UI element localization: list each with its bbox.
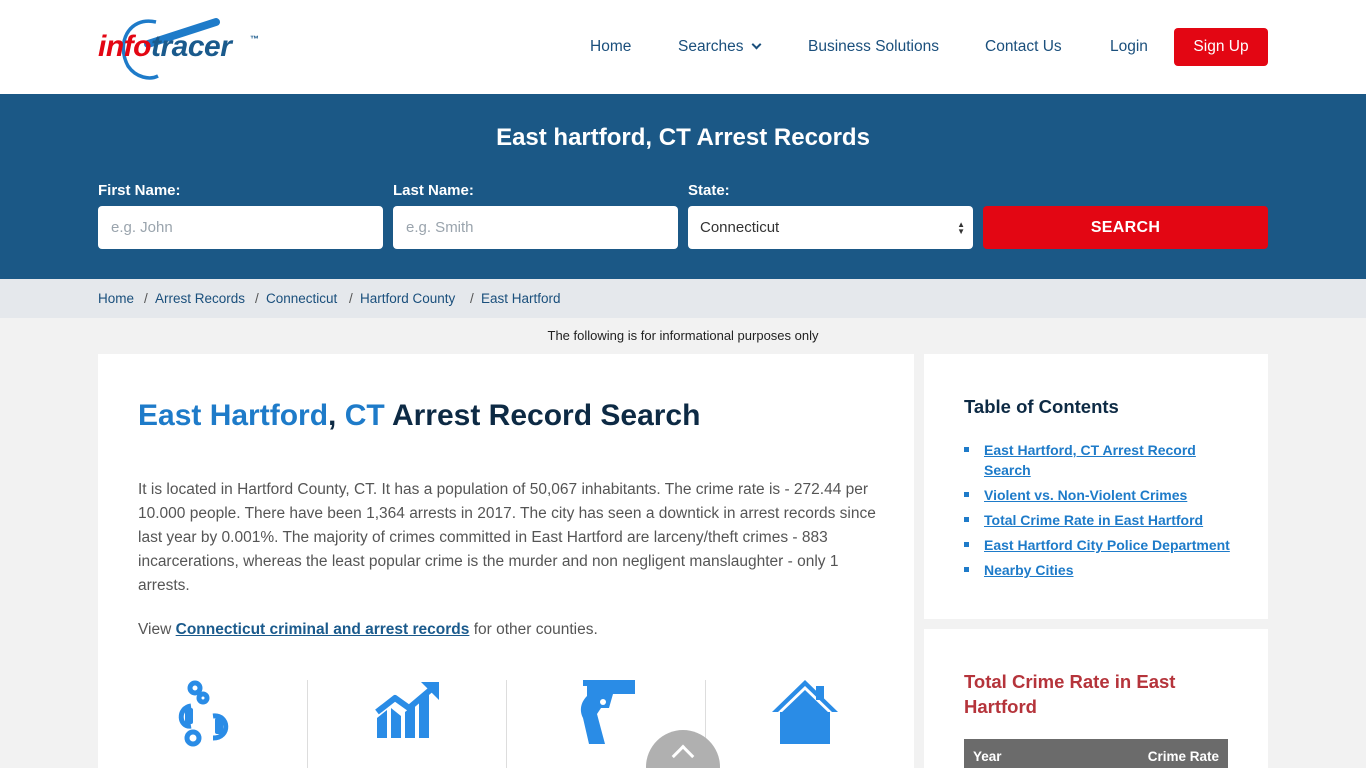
col-crime-rate: Crime Rate — [1147, 749, 1219, 764]
info-note: The following is for informational purpo… — [547, 328, 819, 343]
toc-link-total-crime-rate[interactable]: Total Crime Rate in East Hartford — [984, 512, 1203, 528]
nav-home[interactable]: Home — [590, 28, 631, 66]
toc-title: Table of Contents — [964, 396, 1119, 417]
logo-trademark: ™ — [250, 34, 259, 44]
toc-item: Nearby Cities — [964, 560, 1234, 580]
main-content-card: East Hartford, CT Arrest Record Search I… — [98, 354, 914, 768]
house-icon — [772, 680, 838, 744]
heading-comma: , — [328, 399, 337, 432]
heading-city: East Hartford — [138, 399, 329, 432]
page-title: East hartford, CT Arrest Records — [496, 124, 870, 151]
stat-divider — [506, 680, 507, 768]
chart-growth-icon — [375, 682, 439, 738]
stat-divider — [307, 680, 308, 768]
city-summary-text: It is located in Hartford County, CT. It… — [138, 481, 876, 594]
toc-link-violent-crimes[interactable]: Violent vs. Non-Violent Crimes — [984, 487, 1187, 503]
select-arrows-icon: ▲ ▼ — [957, 219, 965, 236]
crime-rate-table-header: Year Crime Rate — [964, 739, 1228, 768]
breadcrumb: Home / Arrest Records / Connecticut / Ha… — [0, 279, 1366, 318]
breadcrumb-connecticut[interactable]: Connecticut — [266, 279, 337, 318]
state-records-link[interactable]: Connecticut criminal and arrest records — [176, 621, 470, 638]
site-header: infotracer ™ Home Searches Business Solu… — [0, 0, 1366, 94]
search-band: East hartford, CT Arrest Records First N… — [0, 94, 1366, 279]
heading-rest: Arrest Record Search — [391, 399, 701, 432]
toc-item: Violent vs. Non-Violent Crimes — [964, 485, 1234, 505]
first-name-input[interactable] — [98, 206, 383, 249]
last-name-input[interactable] — [393, 206, 678, 249]
nav-contact-us[interactable]: Contact Us — [985, 28, 1062, 66]
heading-state: CT — [344, 399, 385, 432]
view-suffix: for other counties. — [473, 621, 598, 638]
nav-searches-label: Searches — [678, 38, 744, 55]
crime-rate-title: Total Crime Rate in East Hartford — [964, 671, 1176, 717]
nav-business-solutions[interactable]: Business Solutions — [808, 28, 939, 66]
signup-button[interactable]: Sign Up — [1174, 28, 1268, 66]
col-year: Year — [973, 749, 1002, 764]
last-name-label: Last Name: — [393, 182, 474, 199]
section-heading: East Hartford, CT Arrest Record Search — [138, 399, 700, 433]
state-select[interactable]: Connecticut ▲ ▼ — [688, 206, 973, 249]
toc-link-nearby-cities[interactable]: Nearby Cities — [984, 562, 1073, 578]
toc-item: East Hartford City Police Department — [964, 535, 1234, 555]
breadcrumb-hartford-county[interactable]: Hartford County — [360, 279, 455, 318]
search-button[interactable]: SEARCH — [983, 206, 1268, 249]
nav-searches[interactable]: Searches — [678, 28, 762, 66]
toc-link-arrest-record-search[interactable]: East Hartford, CT Arrest Record Search — [984, 442, 1196, 478]
handcuffs-icon — [178, 680, 229, 747]
breadcrumb-home[interactable]: Home — [98, 279, 134, 318]
logo-wordmark: infotracer — [98, 30, 232, 63]
view-counties-text: View Connecticut criminal and arrest rec… — [138, 618, 878, 642]
breadcrumb-arrest-records[interactable]: Arrest Records — [155, 279, 245, 318]
crime-rate-card: Total Crime Rate in East Hartford Year C… — [924, 629, 1268, 768]
breadcrumb-separator: / — [470, 291, 474, 306]
breadcrumb-separator: / — [144, 291, 148, 306]
chevron-down-icon — [752, 39, 762, 50]
breadcrumb-separator: / — [349, 291, 353, 306]
toc-link-police-department[interactable]: East Hartford City Police Department — [984, 537, 1230, 553]
nav-login[interactable]: Login — [1110, 28, 1148, 66]
breadcrumb-current: East Hartford — [481, 291, 561, 306]
breadcrumb-separator: / — [255, 291, 259, 306]
toc-item: East Hartford, CT Arrest Record Search — [964, 440, 1234, 480]
first-name-label: First Name: — [98, 182, 181, 199]
state-select-value: Connecticut — [700, 219, 780, 236]
state-label: State: — [688, 182, 730, 199]
infotracer-logo[interactable]: infotracer ™ — [98, 14, 263, 80]
table-of-contents: Table of Contents East Hartford, CT Arre… — [924, 354, 1268, 619]
view-prefix: View — [138, 621, 172, 638]
toc-list: East Hartford, CT Arrest Record Search V… — [964, 440, 1234, 585]
gun-icon — [580, 680, 635, 744]
toc-item: Total Crime Rate in East Hartford — [964, 510, 1234, 530]
